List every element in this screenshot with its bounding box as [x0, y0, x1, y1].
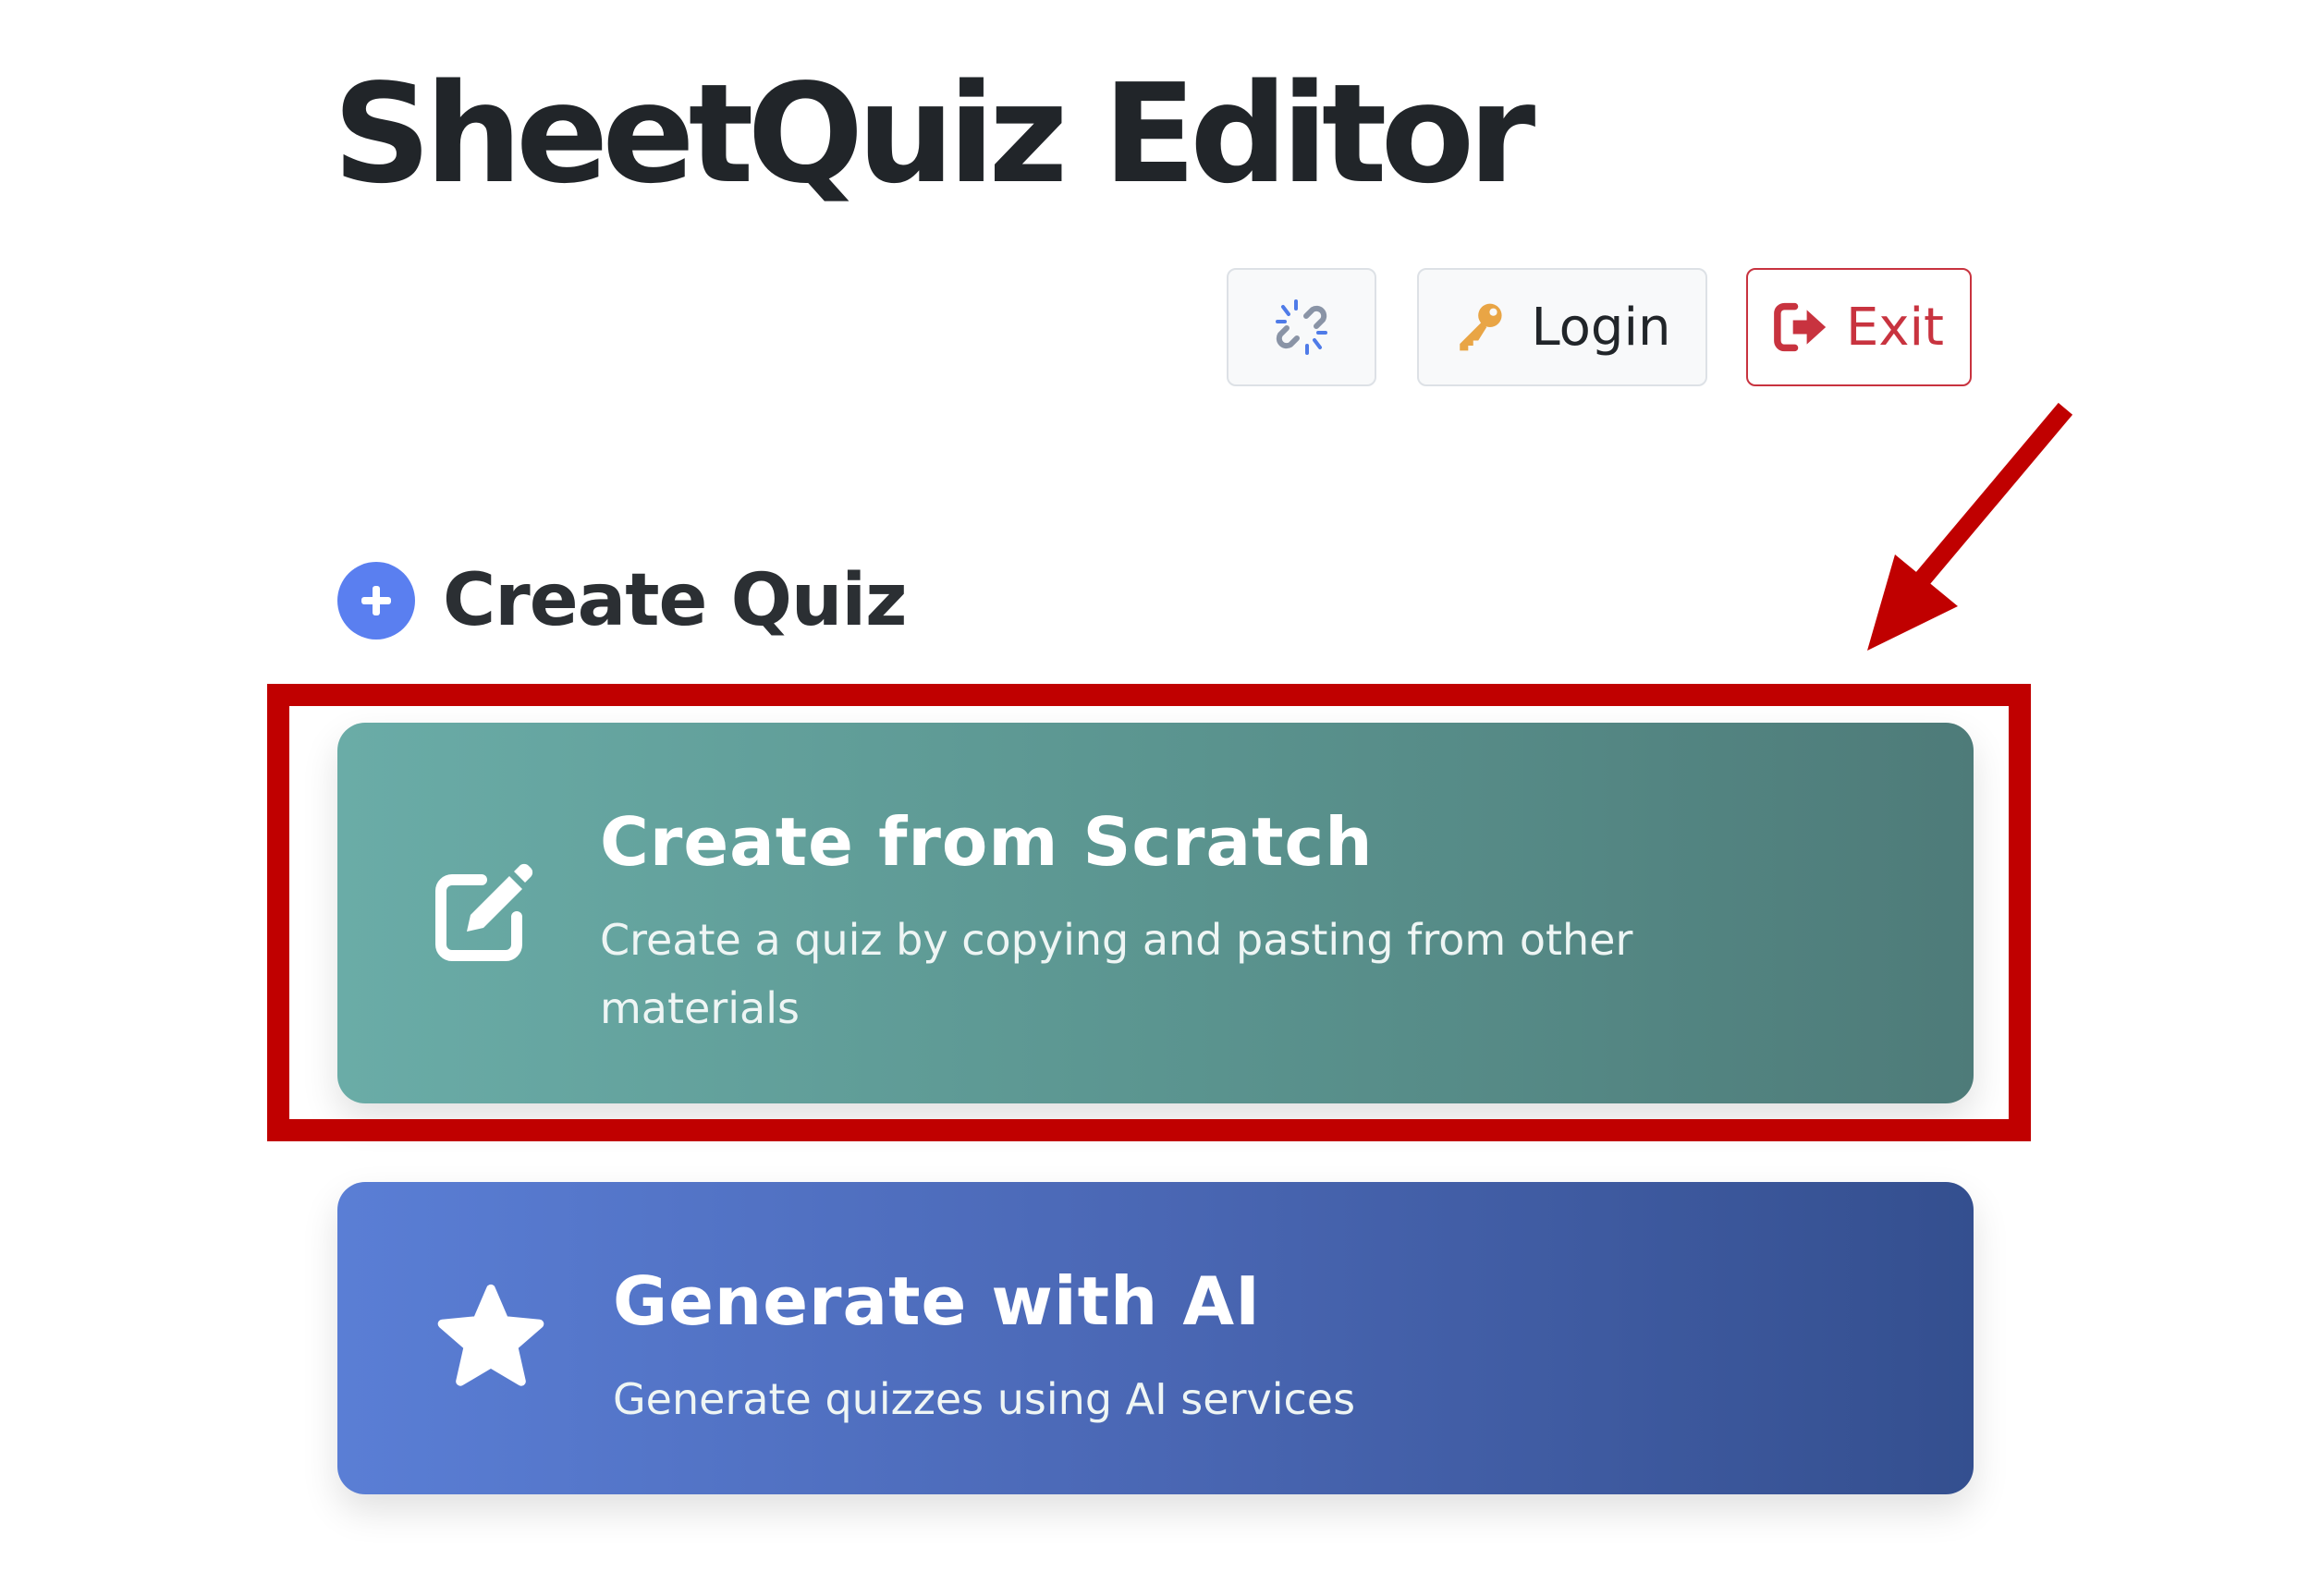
annotation-arrow	[1867, 402, 2073, 651]
page: SheetQuiz Editor Login Exit Create Quiz …	[0, 0, 2298, 1596]
